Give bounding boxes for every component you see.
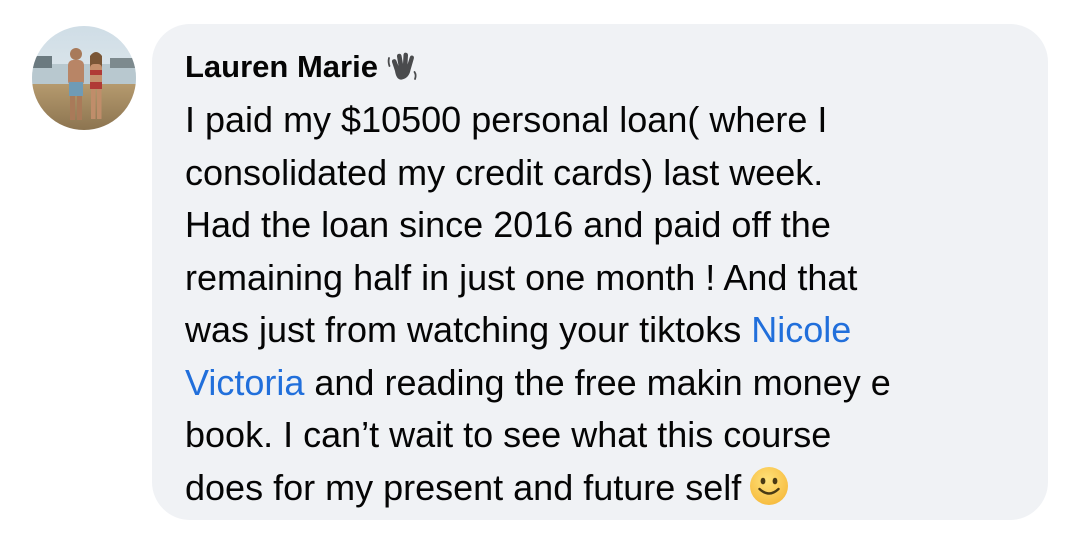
comment-text-segment: consolidated my credit cards) last week. bbox=[185, 151, 824, 193]
comment-body: I paid my $10500 personal loan( where I … bbox=[185, 94, 1035, 514]
avatar[interactable] bbox=[32, 26, 136, 130]
comment-text-segment: does for my present and future self bbox=[185, 466, 742, 508]
comment-bubble: Lauren Marie I paid my $10500 personal l… bbox=[152, 24, 1048, 520]
comment-line: does for my present and future self bbox=[185, 462, 1035, 515]
comment-view: Lauren Marie I paid my $10500 personal l… bbox=[0, 0, 1080, 534]
comment-text-segment: and reading the free makin money e bbox=[304, 361, 891, 403]
mention-link-nicole[interactable]: Nicole bbox=[751, 309, 851, 350]
comment-text-segment: was just from watching your tiktoks bbox=[185, 309, 752, 350]
mention-link-victoria[interactable]: Victoria bbox=[185, 362, 304, 403]
comment-line: Victoria and reading the free makin mone… bbox=[185, 357, 1035, 410]
author-name[interactable]: Lauren Marie bbox=[185, 49, 378, 85]
comment-text-segment: Had the loan since 2016 and paid off the bbox=[185, 204, 831, 245]
comment-line: I paid my $10500 personal loan( where I bbox=[185, 94, 1035, 147]
comment-line: was just from watching your tiktoks Nico… bbox=[185, 304, 1035, 357]
comment-line: consolidated my credit cards) last week. bbox=[185, 147, 1035, 200]
slightly-smiling-face-icon bbox=[747, 464, 791, 508]
comment-line: remaining half in just one month ! And t… bbox=[185, 252, 1035, 305]
comment-line: book. I can’t wait to see what this cour… bbox=[185, 409, 1035, 462]
comment-text-segment: remaining half in just one month ! And t… bbox=[185, 256, 858, 298]
comment-line: Had the loan since 2016 and paid off the bbox=[185, 199, 1035, 252]
comment-text-segment: I paid my $10500 personal loan( where I bbox=[185, 99, 828, 140]
waving-hand-icon bbox=[386, 50, 420, 84]
profile-photo bbox=[32, 26, 136, 130]
comment-text-segment: book. I can’t wait to see what this cour… bbox=[185, 414, 832, 455]
comment-header: Lauren Marie bbox=[185, 46, 420, 88]
